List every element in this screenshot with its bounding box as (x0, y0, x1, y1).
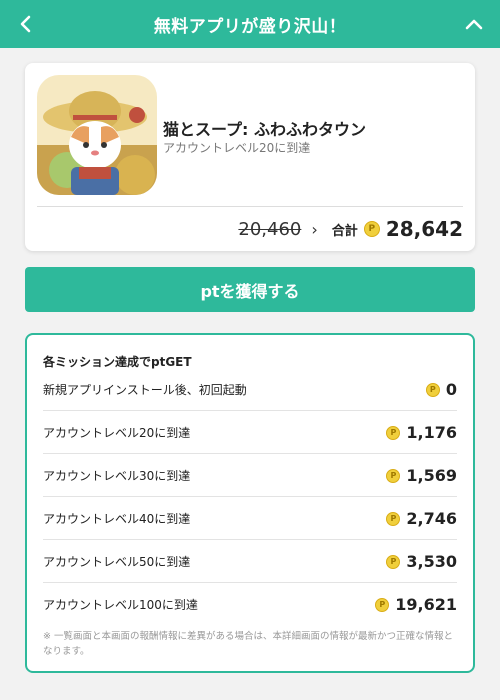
mission-points-value: 3,530 (406, 552, 457, 571)
mission-label: アカウントレベル40に到達 (43, 512, 191, 526)
divider (37, 206, 463, 207)
mission-title: 各ミッション達成でptGET (43, 355, 192, 369)
coin-icon: P (386, 554, 401, 569)
mission-points-value: 19,621 (395, 595, 457, 614)
chevron-left-icon (20, 15, 31, 33)
mission-item: アカウントレベル100に到達 P 19,621 (43, 595, 457, 614)
coin-icon: P (386, 468, 401, 483)
mission-label: アカウントレベル100に到達 (43, 598, 198, 612)
collapse-button[interactable] (450, 0, 498, 48)
row-divider (43, 539, 457, 540)
coin-icon: P (375, 597, 390, 612)
page-title: 無料アプリが盛り沢山！ (153, 16, 347, 37)
back-button[interactable] (2, 0, 50, 48)
mission-points: P 3,530 (386, 552, 457, 571)
coin-icon: P (363, 221, 380, 237)
chevron-up-icon (465, 19, 483, 30)
mission-points: P 2,746 (386, 509, 457, 528)
mission-points-value: 1,569 (406, 466, 457, 485)
app-icon (37, 75, 157, 195)
coin-icon: P (386, 425, 401, 440)
mission-item: アカウントレベル40に到達 P 2,746 (43, 509, 457, 528)
mission-points: P 1,176 (386, 423, 457, 442)
app-card[interactable]: 猫とスープ: ふわふわタウン アカウントレベル20に到達 20,460 › 合計… (25, 63, 475, 251)
old-points: 20,460 (238, 218, 302, 240)
app-subtitle: アカウントレベル20に到達 (163, 141, 311, 155)
mission-points: P 1,569 (386, 466, 457, 485)
mission-points-value: 0 (445, 380, 457, 399)
row-divider (43, 410, 457, 411)
row-divider (43, 496, 457, 497)
top-bar: 無料アプリが盛り沢山！ (0, 0, 500, 48)
get-points-button[interactable]: ptを獲得する (25, 267, 475, 312)
coin-icon: P (425, 382, 440, 397)
app-name: 猫とスープ: ふわふわタウン (163, 120, 367, 139)
coin-icon: P (386, 511, 401, 526)
mission-label: 新規アプリインストール後、初回起動 (43, 383, 247, 397)
mission-item: アカウントレベル20に到達 P 1,176 (43, 423, 457, 442)
points-summary: 20,460 › 合計 P 28,642 (238, 215, 463, 243)
mission-list: 各ミッション達成でptGET 新規アプリインストール後、初回起動 P 0 アカウ… (25, 333, 475, 673)
mission-item: 新規アプリインストール後、初回起動 P 0 (43, 380, 457, 399)
mission-item: アカウントレベル50に到達 P 3,530 (43, 552, 457, 571)
disclaimer-note: ※ 一覧画面と本画面の報酬情報に差異がある場合は、本詳細画面の情報が最新かつ正確… (43, 631, 453, 657)
chevron-right-icon: › (311, 219, 318, 239)
total-points: 28,642 (385, 217, 463, 241)
row-divider (43, 453, 457, 454)
mission-label: アカウントレベル30に到達 (43, 469, 191, 483)
mission-points: P 19,621 (375, 595, 457, 614)
mission-points-value: 2,746 (406, 509, 457, 528)
row-divider (43, 582, 457, 583)
mission-label: アカウントレベル50に到達 (43, 555, 191, 569)
mission-points: P 0 (425, 380, 457, 399)
mission-label: アカウントレベル20に到達 (43, 426, 191, 440)
total-label: 合計 (331, 223, 358, 239)
mission-points-value: 1,176 (406, 423, 457, 442)
mission-item: アカウントレベル30に到達 P 1,569 (43, 466, 457, 485)
